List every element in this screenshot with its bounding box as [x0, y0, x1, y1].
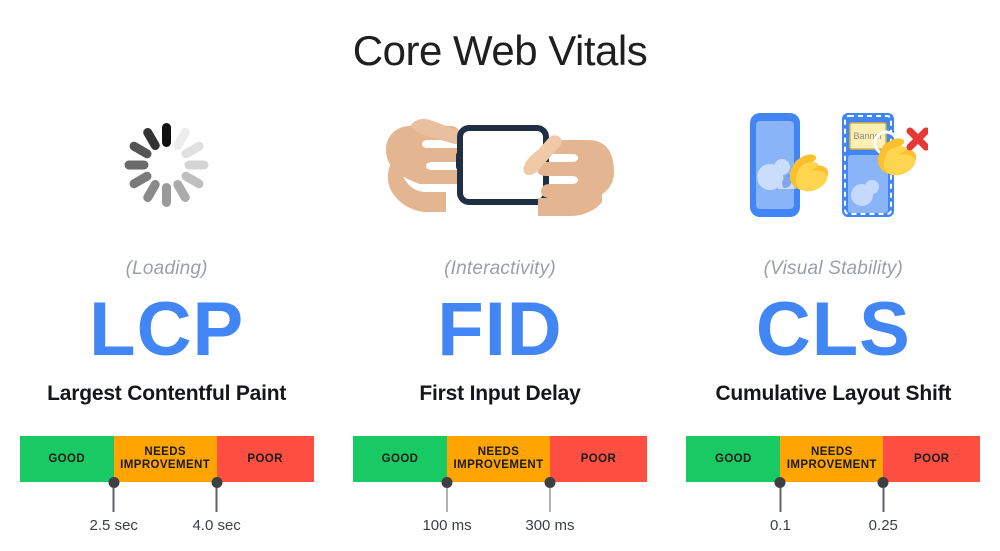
cls-threshold-label-1: 0.1 — [769, 517, 791, 534]
page-title: Core Web Vitals — [352, 27, 648, 74]
fid-subtitle: (Interactivity) — [444, 258, 556, 279]
fid-marker-dot-2 — [544, 477, 556, 488]
fid-threshold-bar: GOOD NEEDS IMPROVEMENT POOR 100 ms 300 m… — [352, 436, 647, 542]
cls-marker-dot-2 — [877, 477, 889, 488]
lcp-marker-dot-2 — [211, 477, 223, 488]
fid-fullname: First Input Delay — [419, 382, 581, 405]
spinner-segment — [162, 183, 172, 207]
cls-segment-poor: POOR — [883, 436, 981, 482]
fid-threshold-label-2: 300 ms — [525, 517, 575, 534]
cls-subtitle: (Visual Stability) — [763, 258, 904, 279]
lcp-fullname: Largest Contentful Paint — [47, 382, 287, 405]
cls-marker-stem-2 — [882, 488, 885, 512]
fid-marker-stem-1 — [446, 488, 448, 512]
fid-segment-poor: POOR — [549, 436, 647, 482]
layout-shift-banner-icon: Banner — [750, 113, 929, 217]
cls-bar: GOOD NEEDS IMPROVEMENT POOR — [686, 436, 981, 482]
error-x-icon — [906, 127, 929, 151]
cls-threshold-label-2: 0.25 — [868, 517, 898, 534]
metrics-columns: (Loading) LCP Largest Contentful Paint G… — [0, 100, 1000, 551]
lcp-segment-good: GOOD — [19, 436, 114, 482]
spinner-segment — [124, 160, 149, 170]
metric-column-cls: Banner (Visual Stability) CLS Cumulative… — [667, 100, 1000, 551]
metric-column-fid: (Interactivity) FID First Input Delay GO… — [333, 100, 666, 551]
cls-segment-good: GOOD — [686, 436, 781, 482]
cls-threshold-marker-1: 0.1 — [770, 477, 791, 534]
cls-fullname: Cumulative Layout Shift — [715, 382, 952, 405]
fid-marker-dot-1 — [441, 477, 453, 488]
fid-icon-area — [333, 100, 666, 230]
lcp-subtitle: (Loading) — [125, 258, 208, 279]
cls-markers: 0.1 0.25 — [686, 477, 980, 542]
lcp-bar: GOOD NEEDS IMPROVEMENT POOR — [19, 436, 314, 482]
spinner-segment — [162, 123, 172, 147]
fid-threshold-marker-1: 100 ms — [422, 477, 472, 534]
fid-marker-stem-2 — [549, 488, 551, 512]
cls-acronym: CLS — [755, 287, 911, 372]
lcp-marker-stem-1 — [112, 488, 115, 512]
lcp-threshold-bar: GOOD NEEDS IMPROVEMENT POOR 2.5 sec 4.0 … — [19, 436, 314, 542]
lcp-acronym: LCP — [89, 287, 245, 372]
fid-acronym: FID — [437, 287, 563, 372]
loading-spinner-icon — [121, 119, 213, 211]
lcp-threshold-label-1: 2.5 sec — [89, 517, 138, 534]
hands-tapping-phone-icon — [385, 118, 614, 216]
metric-column-lcp: (Loading) LCP Largest Contentful Paint G… — [0, 100, 333, 551]
lcp-segment-poor: POOR — [216, 436, 314, 482]
fid-threshold-marker-2: 300 ms — [525, 477, 575, 534]
cls-marker-dot-1 — [774, 477, 786, 488]
lcp-threshold-label-2: 4.0 sec — [192, 517, 241, 534]
core-web-vitals-infographic: Core Web Vitals (Loading) LCP Largest Co… — [0, 0, 1000, 551]
lcp-marker-dot-1 — [108, 477, 120, 488]
lcp-threshold-marker-2: 4.0 sec — [192, 477, 241, 534]
fid-segment-good: GOOD — [352, 436, 448, 482]
cls-segment-needs-improvement: NEEDS IMPROVEMENT — [780, 436, 884, 482]
cls-threshold-bar: GOOD NEEDS IMPROVEMENT POOR 0.1 0.25 — [686, 436, 981, 542]
fid-bar: GOOD NEEDS IMPROVEMENT POOR — [352, 436, 647, 482]
lcp-threshold-marker-1: 2.5 sec — [90, 477, 138, 534]
lcp-markers: 2.5 sec 4.0 sec — [20, 477, 314, 542]
fid-markers: 100 ms 300 ms — [353, 477, 647, 542]
lcp-segment-needs-improvement: NEEDS IMPROVEMENT — [113, 436, 217, 482]
cls-icon-area: Banner — [667, 100, 1000, 230]
fid-segment-needs-improvement: NEEDS IMPROVEMENT — [447, 436, 550, 482]
fid-threshold-label-1: 100 ms — [422, 517, 472, 534]
spinner-segment — [184, 160, 209, 170]
lcp-icon-area — [0, 100, 333, 230]
cls-threshold-marker-2: 0.25 — [869, 477, 898, 534]
lcp-marker-stem-2 — [215, 488, 218, 512]
cls-marker-stem-1 — [779, 488, 782, 512]
